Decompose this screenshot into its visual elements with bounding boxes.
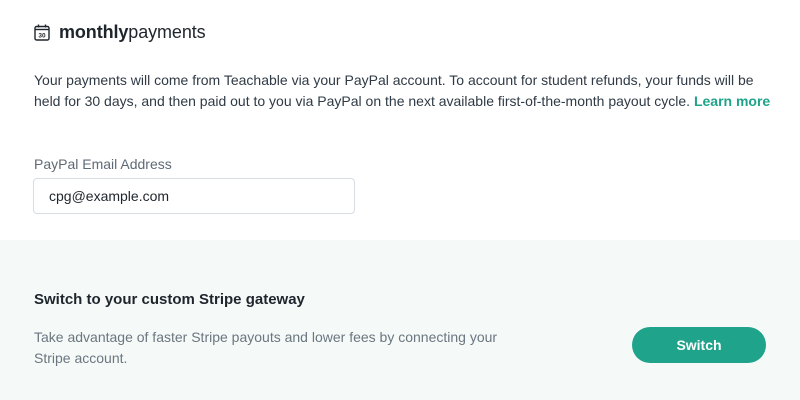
- section-title: 30 monthly payments: [34, 20, 206, 44]
- calendar-icon-number: 30: [38, 32, 46, 39]
- calendar-icon: 30: [34, 24, 50, 41]
- stripe-description: Take advantage of faster Stripe payouts …: [34, 329, 498, 366]
- title-payments: payments: [128, 21, 206, 42]
- monthly-payments-section: 30 monthly payments Your payments will co…: [0, 0, 800, 240]
- payments-settings-page: 30 monthly payments Your payments will co…: [0, 0, 800, 400]
- paypal-email-label: PayPal Email Address: [34, 156, 172, 172]
- switch-button[interactable]: Switch: [632, 327, 766, 363]
- payments-description-text: Your payments will come from Teachable v…: [34, 72, 754, 109]
- stripe-heading: Switch to your custom Stripe gateway: [34, 291, 305, 308]
- stripe-gateway-section: Switch to your custom Stripe gateway Tak…: [0, 240, 800, 400]
- paypal-email-input[interactable]: [33, 178, 355, 214]
- payments-description: Your payments will come from Teachable v…: [34, 70, 774, 112]
- learn-more-link[interactable]: Learn more: [694, 93, 770, 109]
- title-monthly: monthly: [59, 21, 129, 42]
